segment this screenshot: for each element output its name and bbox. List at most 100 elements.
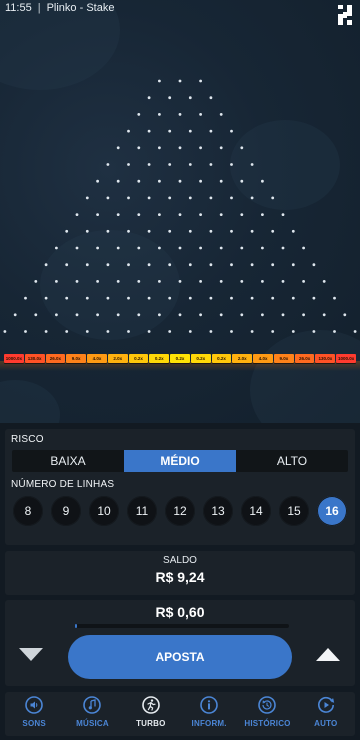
peg xyxy=(55,246,58,250)
peg xyxy=(250,196,254,200)
risk-option-low[interactable]: BAIXA xyxy=(12,450,124,472)
peg xyxy=(158,313,161,317)
peg xyxy=(168,229,172,233)
peg xyxy=(209,330,213,333)
nav-label-music: MÚSICA xyxy=(76,719,109,728)
nav-item-info[interactable]: INFORM. xyxy=(180,692,238,736)
risk-option-high[interactable]: ALTO xyxy=(236,450,348,472)
peg xyxy=(333,296,336,300)
peg xyxy=(188,296,192,300)
peg xyxy=(333,330,336,333)
multiplier-slot: 4.0x xyxy=(87,354,107,363)
peg xyxy=(65,330,69,333)
peg xyxy=(116,280,120,283)
peg xyxy=(250,263,254,267)
nav-item-auto[interactable]: AUTO xyxy=(297,692,355,736)
peg xyxy=(24,296,27,300)
peg xyxy=(116,146,120,150)
peg xyxy=(281,246,285,250)
peg xyxy=(55,313,58,317)
peg xyxy=(127,296,130,300)
risk-option-medium[interactable]: MÉDIO xyxy=(124,450,236,472)
clock: 11:55 xyxy=(5,2,32,14)
speaker-icon xyxy=(25,696,43,714)
stake-logo-icon xyxy=(338,5,352,25)
peg xyxy=(250,330,254,333)
bet-amount-slider[interactable] xyxy=(75,624,289,628)
peg xyxy=(116,213,120,217)
peg xyxy=(188,263,192,267)
multiplier-slot: 26.0x xyxy=(294,354,315,363)
app-title: Plinko - Stake xyxy=(46,2,115,14)
peg xyxy=(250,163,254,166)
peg xyxy=(271,263,275,267)
peg xyxy=(219,313,223,317)
multiplier-slot: 26.0x xyxy=(45,354,66,363)
peg xyxy=(85,263,89,267)
peg xyxy=(34,280,38,283)
multiplier-slot: 4.0x xyxy=(253,354,273,363)
rows-option-12[interactable]: 12 xyxy=(165,496,195,526)
increase-bet-arrow-icon[interactable] xyxy=(316,648,340,661)
peg xyxy=(137,213,141,217)
rows-option-8[interactable]: 8 xyxy=(13,496,43,526)
history-icon xyxy=(258,696,277,714)
peg xyxy=(219,246,223,250)
rows-option-16[interactable]: 16 xyxy=(317,496,347,526)
nav-label-sounds: SONS xyxy=(22,719,46,728)
peg xyxy=(127,163,130,166)
peg xyxy=(188,129,192,133)
peg xyxy=(96,280,99,283)
peg xyxy=(281,280,285,283)
rows-selector: 8 9 10 11 12 13 14 15 16 xyxy=(13,496,347,526)
peg xyxy=(137,280,141,283)
peg xyxy=(271,296,275,300)
settings-panel: RISCO BAIXA MÉDIO ALTO NÚMERO DE LINHAS … xyxy=(5,429,355,545)
peg xyxy=(75,213,79,217)
bet-button[interactable]: APOSTA xyxy=(68,635,292,679)
peg xyxy=(178,213,182,217)
peg xyxy=(168,296,172,300)
peg xyxy=(147,96,151,100)
peg xyxy=(168,129,172,133)
peg xyxy=(75,280,79,283)
peg xyxy=(188,229,192,233)
rows-option-9[interactable]: 9 xyxy=(51,496,81,526)
nav-item-music[interactable]: MÚSICA xyxy=(63,692,121,736)
peg xyxy=(24,330,27,333)
peg xyxy=(137,113,141,116)
peg xyxy=(230,163,233,166)
multiplier-bar: 1000.0x 130.0x 26.0x 9.0x 4.0x 2.0x 0.2x 0.2x 0.… xyxy=(4,354,357,363)
peg xyxy=(261,280,264,283)
peg xyxy=(322,280,326,283)
rows-option-10[interactable]: 10 xyxy=(89,496,119,526)
peg xyxy=(106,263,110,267)
rows-option-11[interactable]: 11 xyxy=(127,496,157,526)
peg xyxy=(302,313,305,317)
peg xyxy=(281,213,285,217)
peg xyxy=(168,263,172,267)
peg xyxy=(13,313,17,317)
peg xyxy=(271,229,275,233)
nav-item-sounds[interactable]: SONS xyxy=(5,692,63,736)
peg xyxy=(250,296,254,300)
peg xyxy=(147,330,151,333)
nav-item-turbo[interactable]: TURBO xyxy=(122,692,180,736)
peg xyxy=(312,296,316,300)
peg xyxy=(353,330,357,333)
rows-option-15[interactable]: 15 xyxy=(279,496,309,526)
rows-option-13[interactable]: 13 xyxy=(203,496,233,526)
nav-item-history[interactable]: HISTÓRICO xyxy=(238,692,296,736)
peg xyxy=(147,196,151,200)
multiplier-slot: 9.0x xyxy=(273,354,294,363)
peg xyxy=(250,229,254,233)
peg xyxy=(240,280,244,283)
peg xyxy=(116,313,120,317)
multiplier-slot: 1000.0x xyxy=(336,354,357,363)
multiplier-slot: 1000.0x xyxy=(4,354,24,363)
peg xyxy=(230,196,233,200)
peg xyxy=(178,113,182,116)
rows-option-14[interactable]: 14 xyxy=(241,496,271,526)
decrease-bet-arrow-icon[interactable] xyxy=(19,648,43,661)
peg xyxy=(230,330,233,333)
